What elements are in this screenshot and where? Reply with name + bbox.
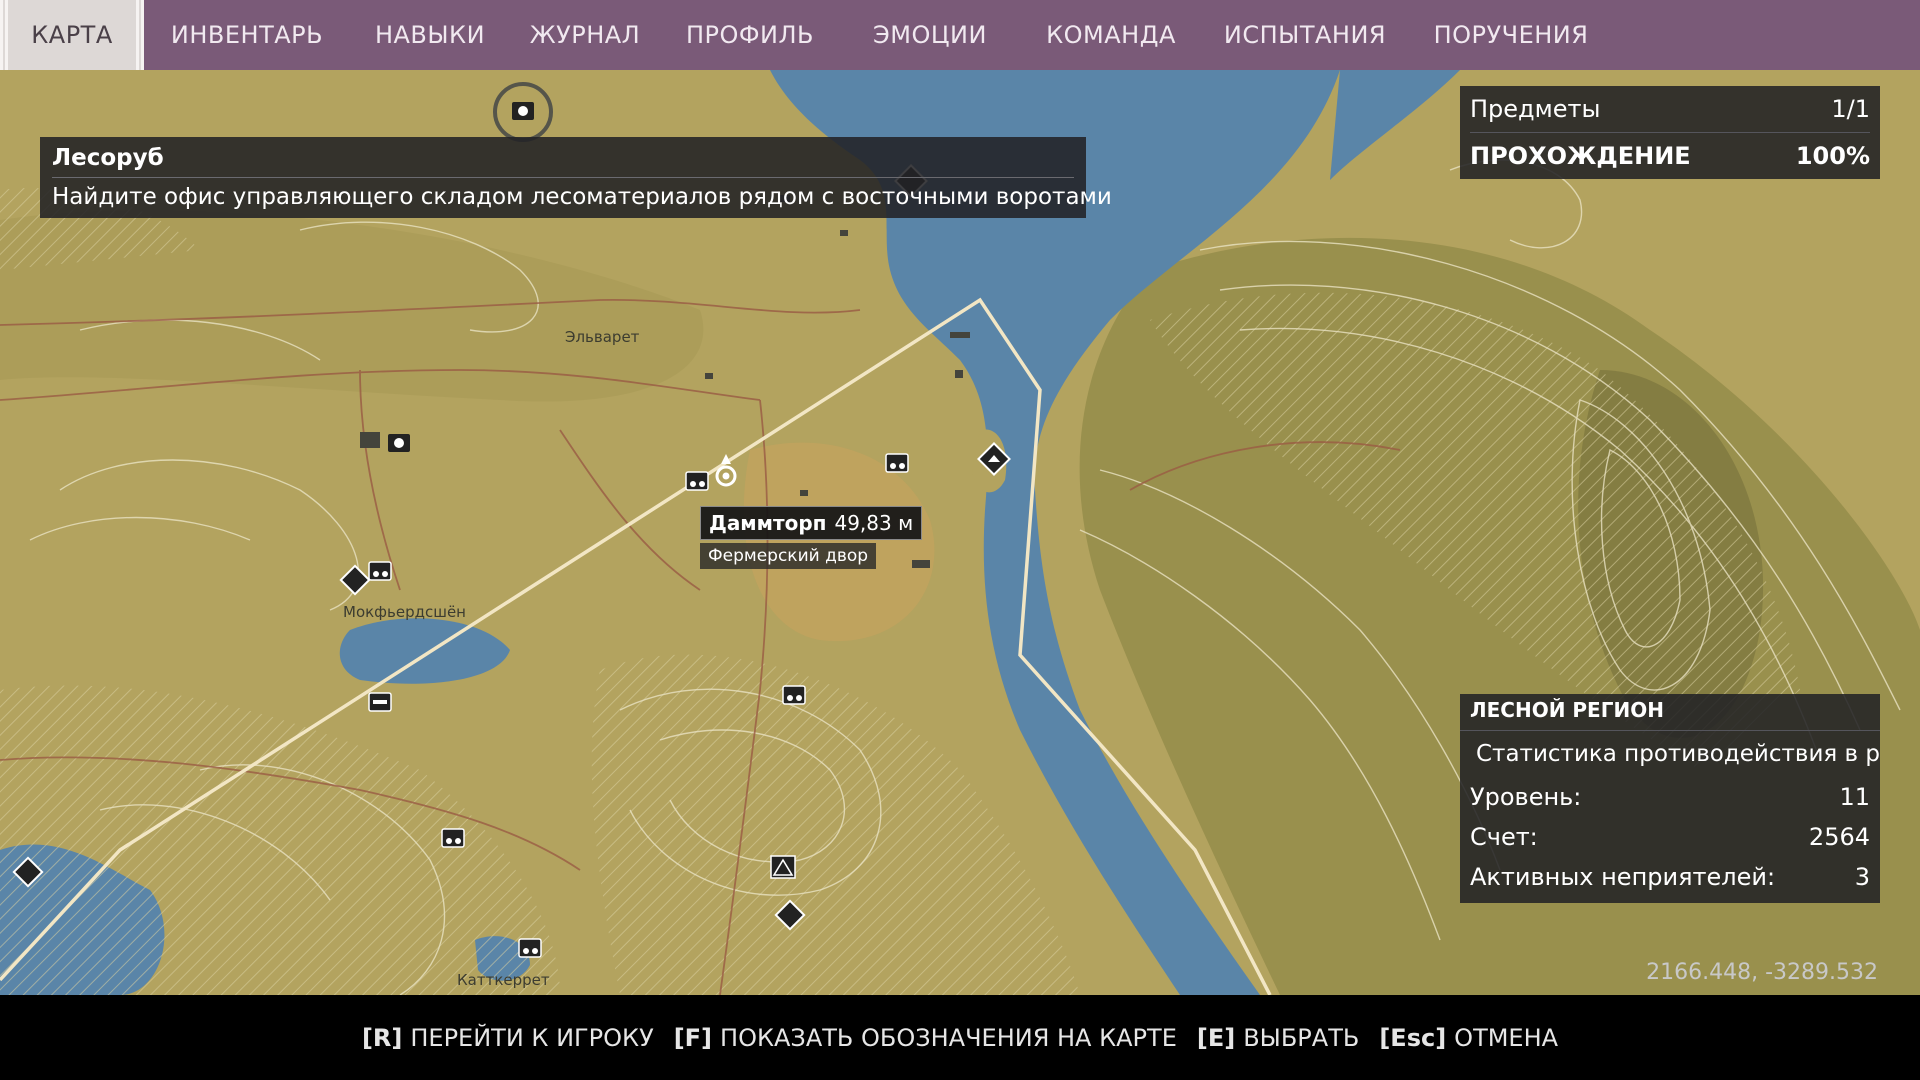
items-value: 1/1 — [1831, 95, 1870, 123]
quest-description: Найдите офис управляющего складом лесома… — [52, 184, 1112, 210]
level-label: Уровень: — [1470, 783, 1582, 811]
farm-tractor-icon[interactable] — [518, 938, 542, 958]
progress-label: ПРОХОЖДЕНИЕ — [1470, 142, 1691, 170]
tab-assignments[interactable]: ПОРУЧЕНИЯ — [1408, 0, 1614, 70]
town-label-kattkerret: Катткеррет — [457, 971, 550, 989]
score-label: Счет: — [1470, 823, 1538, 851]
enemies-value: 3 — [1854, 863, 1870, 891]
cursor-coordinates: 2166.448, -3289.532 — [1646, 960, 1878, 985]
score-value: 2564 — [1808, 823, 1870, 851]
quest-title: Лесоруб — [52, 143, 1074, 178]
hint-label: ПОКАЗАТЬ ОБОЗНАЧЕНИЯ НА КАРТЕ — [720, 1023, 1177, 1052]
tent-icon[interactable] — [770, 855, 796, 879]
location-name-box: Даммторп 49,83 м — [700, 506, 923, 540]
bottom-hint-bar: [R] ПЕРЕЙТИ К ИГРОКУ [F] ПОКАЗАТЬ ОБОЗНАЧЕ… — [0, 995, 1920, 1080]
town-label-elvaret: Эльварет — [565, 328, 640, 346]
region-score-row: Счет: 2564 — [1460, 817, 1880, 857]
location-name: Даммторп — [709, 511, 827, 535]
farm-tractor-icon[interactable] — [782, 685, 806, 705]
tab-inventory[interactable]: ИНВЕНТАРЬ — [144, 0, 350, 70]
top-navigation: КАРТА ИНВЕНТАРЬ НАВЫКИ ЖУРНАЛ ПРОФИЛЬ ЭМ… — [0, 0, 1920, 70]
location-subtitle: Фермерский двор — [700, 543, 877, 569]
hint-key: [F] — [673, 1023, 713, 1052]
tab-journal[interactable]: ЖУРНАЛ — [510, 0, 660, 70]
hint-key: [E] — [1196, 1023, 1236, 1052]
farm-tractor-icon[interactable] — [685, 471, 709, 491]
items-panel: Предметы 1/1 ПРОХОЖДЕНИЕ 100% — [1460, 86, 1880, 179]
progress-value: 100% — [1795, 142, 1870, 170]
hint-show-legend[interactable]: [F] ПОКАЗАТЬ ОБОЗНАЧЕНИЯ НА КАРТЕ — [674, 1024, 1177, 1052]
tab-emotes[interactable]: ЭМОЦИИ — [840, 0, 1020, 70]
tab-skills[interactable]: НАВЫКИ — [350, 0, 510, 70]
items-row: Предметы 1/1 — [1470, 86, 1870, 132]
region-enemies-row: Активных неприятелей: 3 — [1460, 857, 1880, 903]
hint-label: ПЕРЕЙТИ К ИГРОКУ — [410, 1023, 654, 1052]
level-value: 11 — [1839, 783, 1870, 811]
tab-profile[interactable]: ПРОФИЛЬ — [660, 0, 840, 70]
tab-team[interactable]: КОМАНДА — [1020, 0, 1202, 70]
region-panel: ЛЕСНОЙ РЕГИОН Статистика противодействия… — [1460, 694, 1880, 903]
farm-tractor-icon[interactable] — [885, 453, 909, 473]
region-subtitle: Статистика противодействия в ре — [1476, 741, 1880, 767]
town-label-mokfierdsion: Мокфьердсшён — [343, 603, 466, 621]
hint-key: [R] — [361, 1023, 403, 1052]
hint-go-to-player[interactable]: [R] ПЕРЕЙТИ К ИГРОКУ — [362, 1024, 654, 1052]
farm-tractor-icon[interactable] — [441, 828, 465, 848]
progress-row: ПРОХОЖДЕНИЕ 100% — [1470, 132, 1870, 179]
region-title: ЛЕСНОЙ РЕГИОН — [1460, 694, 1880, 731]
tab-map[interactable]: КАРТА — [0, 0, 144, 70]
hint-key: [Esc] — [1379, 1023, 1447, 1052]
camera-icon[interactable] — [388, 434, 410, 452]
location-marker-label[interactable]: Даммторп 49,83 м Фермерский двор — [700, 506, 923, 569]
farm-tractor-icon[interactable] — [368, 561, 392, 581]
hint-select[interactable]: [E] ВЫБРАТЬ — [1197, 1024, 1359, 1052]
quest-panel: Лесоруб Найдите офис управляющего складо… — [40, 137, 1112, 218]
hint-label: ОТМЕНА — [1454, 1023, 1559, 1052]
enemies-label: Активных неприятелей: — [1470, 863, 1776, 891]
tab-challenges[interactable]: ИСПЫТАНИЯ — [1202, 0, 1408, 70]
items-label: Предметы — [1470, 95, 1601, 123]
hint-cancel[interactable]: [Esc] ОТМЕНА — [1379, 1024, 1558, 1052]
region-level-row: Уровень: 11 — [1460, 777, 1880, 817]
bunker-icon[interactable] — [368, 692, 392, 712]
location-distance: 49,83 м — [834, 511, 914, 535]
hint-label: ВЫБРАТЬ — [1243, 1023, 1360, 1052]
